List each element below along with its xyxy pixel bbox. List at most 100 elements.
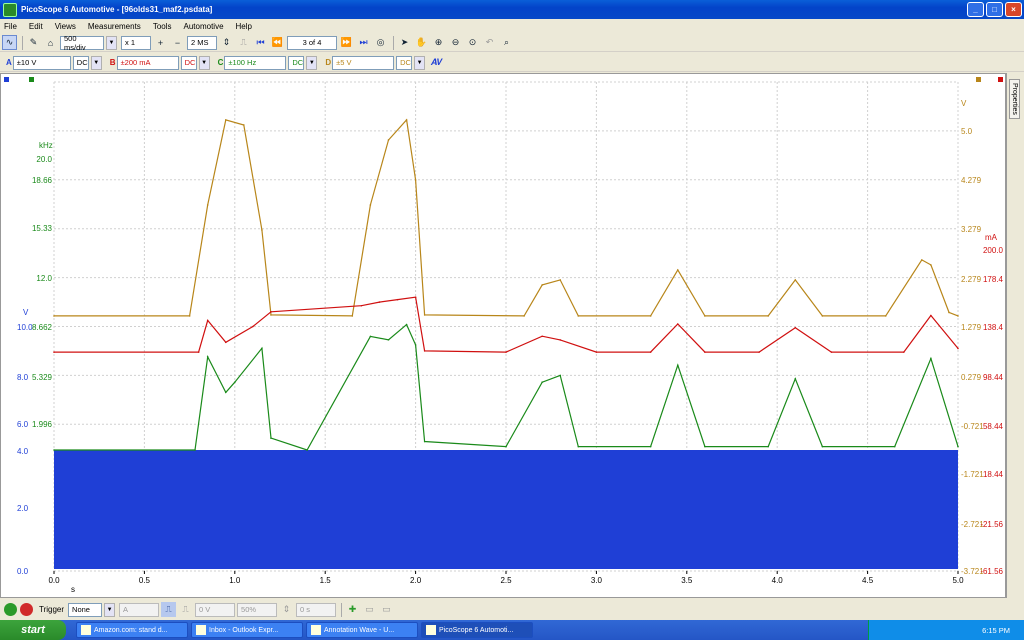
taskbar-item-annotation[interactable]: Annotation Wave - U... <box>306 622 418 638</box>
close-button[interactable]: × <box>1005 2 1022 17</box>
x-tick-label: 4.0 <box>772 576 784 585</box>
axis-d-tick-label: 1.279 <box>961 323 982 332</box>
channel-c-coupling[interactable]: DC <box>288 55 305 70</box>
trigger-edge-icon[interactable]: ⎍ <box>161 602 177 617</box>
hand-pan-icon[interactable]: ✋ <box>414 35 429 50</box>
channel-d-range[interactable]: ±5 V <box>332 55 395 70</box>
zoom-fit-icon[interactable]: ⊙ <box>465 35 480 50</box>
zoom-minus-icon[interactable]: − <box>170 35 185 50</box>
pretrigger-field[interactable]: 50% <box>237 602 278 617</box>
stop-capture-icon[interactable] <box>20 603 33 616</box>
series-c-trace-point <box>53 449 55 451</box>
add-ruler-icon[interactable]: ✚ <box>345 602 360 617</box>
previous-buffer-icon[interactable]: ⏪ <box>270 35 285 50</box>
channel-b-coupling[interactable]: DC <box>180 55 197 70</box>
start-button[interactable]: start <box>0 620 66 640</box>
math-channel-icon[interactable]: 𝑨𝑽 <box>429 55 444 70</box>
trigger-delay-field[interactable]: 0 s <box>296 602 337 617</box>
taskbar-item-outlook[interactable]: Inbox - Outlook Expr... <box>191 622 303 638</box>
paint-icon <box>311 625 321 635</box>
menu-tools[interactable]: Tools <box>153 22 172 31</box>
home-icon[interactable]: ⌂ <box>43 35 58 50</box>
trigger-label: Trigger <box>39 605 65 614</box>
trigger-mode-select[interactable]: None <box>68 602 103 617</box>
channel-a-label: A <box>6 58 12 67</box>
taskbar-item-picoscope[interactable]: PicoScope 6 Automoti... <box>421 622 533 638</box>
zoom-out-icon[interactable]: ⊖ <box>448 35 463 50</box>
zoom-overview-icon[interactable]: ⌕ <box>499 35 514 50</box>
channel-d-coupling[interactable]: DC <box>396 55 413 70</box>
series-b-trace-point <box>224 341 227 344</box>
channel-b-range[interactable]: ±200 mA <box>116 55 179 70</box>
menu-automotive[interactable]: Automotive <box>184 22 224 31</box>
axis-d-unit: V <box>961 99 967 108</box>
series-c-trace-point <box>414 344 417 346</box>
delete-ruler-icon[interactable]: ▭ <box>362 602 377 617</box>
series-d-trace-point <box>559 279 562 281</box>
series-d-trace-point <box>957 315 959 317</box>
ruler-settings-icon[interactable]: ▭ <box>379 602 394 617</box>
channel-d-coupling-dropdown-icon[interactable]: ▼ <box>414 55 426 70</box>
start-capture-icon[interactable] <box>4 603 17 616</box>
scope-mode-icon[interactable]: ∿ <box>2 35 17 50</box>
channel-b-coupling-dropdown-icon[interactable]: ▼ <box>198 55 210 70</box>
timebase-select[interactable]: 500 ms/div <box>60 34 104 52</box>
zoom-select[interactable]: x 1 <box>121 35 151 50</box>
channel-a-coupling[interactable]: DC <box>72 55 89 70</box>
zoom-plus-icon[interactable]: + <box>153 35 168 50</box>
minimize-button[interactable]: _ <box>967 2 984 17</box>
taskbar-item-label: PicoScope 6 Automoti... <box>439 626 514 634</box>
pretrigger-spinner-icon[interactable]: ⇕ <box>279 602 294 617</box>
select-pointer-icon[interactable]: ➤ <box>397 35 412 50</box>
properties-tab[interactable]: Properties <box>1009 79 1020 119</box>
channel-a-range[interactable]: ±10 V <box>12 55 71 70</box>
main-toolbar: ∿ ✎ ⌂ 500 ms/div ▼ x 1 + − 2 MS ⇕ ⎍ ⏮ ⏪ … <box>0 34 1024 52</box>
series-c-trace-point <box>541 381 543 383</box>
samples-spinner-icon[interactable]: ⇕ <box>219 35 234 50</box>
menu-file[interactable]: File <box>4 22 17 31</box>
clock[interactable]: 6:15 PM <box>982 626 1010 635</box>
series-b-trace-point <box>758 351 760 353</box>
axis-a-tick-label: 4.0 <box>17 447 29 456</box>
buffer-position[interactable]: 3 of 4 <box>287 35 337 50</box>
axis-c-unit: kHz <box>39 141 53 150</box>
series-d-trace-point <box>387 139 390 141</box>
series-d-trace-point <box>767 315 769 317</box>
trigger-edge-alt-icon[interactable]: ⎍ <box>178 602 193 617</box>
taskbar-item-amazon[interactable]: Amazon.com: stand d... <box>76 622 188 638</box>
first-buffer-icon[interactable]: ⏮ <box>253 35 268 50</box>
last-buffer-icon[interactable]: ⏭ <box>356 35 371 50</box>
axis-a-tick-label: 0.0 <box>17 567 29 576</box>
trigger-level-field[interactable]: 0 V <box>195 602 236 617</box>
series-b-trace-point <box>595 351 598 353</box>
timebase-dropdown-icon[interactable]: ▼ <box>106 35 117 50</box>
samples-field[interactable]: 2 MS <box>187 35 217 50</box>
maximize-button[interactable]: □ <box>986 2 1003 17</box>
channel-c-coupling-dropdown-icon[interactable]: ▼ <box>306 55 318 70</box>
trigger-mode-dropdown-icon[interactable]: ▼ <box>104 602 116 617</box>
menu-measurements[interactable]: Measurements <box>88 22 141 31</box>
probe-icon[interactable]: ✎ <box>26 35 41 50</box>
series-d-trace-point <box>351 315 354 317</box>
menu-views[interactable]: Views <box>55 22 76 31</box>
series-b-trace-point <box>252 325 254 328</box>
undo-zoom-icon[interactable]: ↶ <box>482 35 497 50</box>
zoom-in-icon[interactable]: ⊕ <box>431 35 446 50</box>
picoscope-app-icon <box>3 2 17 17</box>
properties-side-panel: Properties <box>1006 73 1024 598</box>
scope-view[interactable]: 0.0 0.5 1.0 1.5 2.0 2.5 3.0 3.5 4.0 4.5 5.0 s 0.0 2.0… <box>0 73 1006 598</box>
toolbar-separator <box>341 602 343 617</box>
axis-b-tick-label: 138.4 <box>983 323 1004 332</box>
channel-a-coupling-dropdown-icon[interactable]: ▼ <box>90 55 102 70</box>
trigger-settings-icon[interactable]: ⎍ <box>236 35 251 50</box>
menu-edit[interactable]: Edit <box>29 22 43 31</box>
navigator-icon[interactable]: ◎ <box>373 35 388 50</box>
series-d-trace-point <box>270 314 272 316</box>
series-b-trace-point <box>830 351 833 353</box>
menu-help[interactable]: Help <box>236 22 252 31</box>
axis-b-tick-label: 200.0 <box>983 246 1004 255</box>
toolbar-separator <box>22 35 23 50</box>
next-buffer-icon[interactable]: ⏩ <box>339 35 354 50</box>
trigger-source-select[interactable]: A <box>119 602 160 617</box>
channel-c-range[interactable]: ±100 Hz <box>224 55 287 70</box>
